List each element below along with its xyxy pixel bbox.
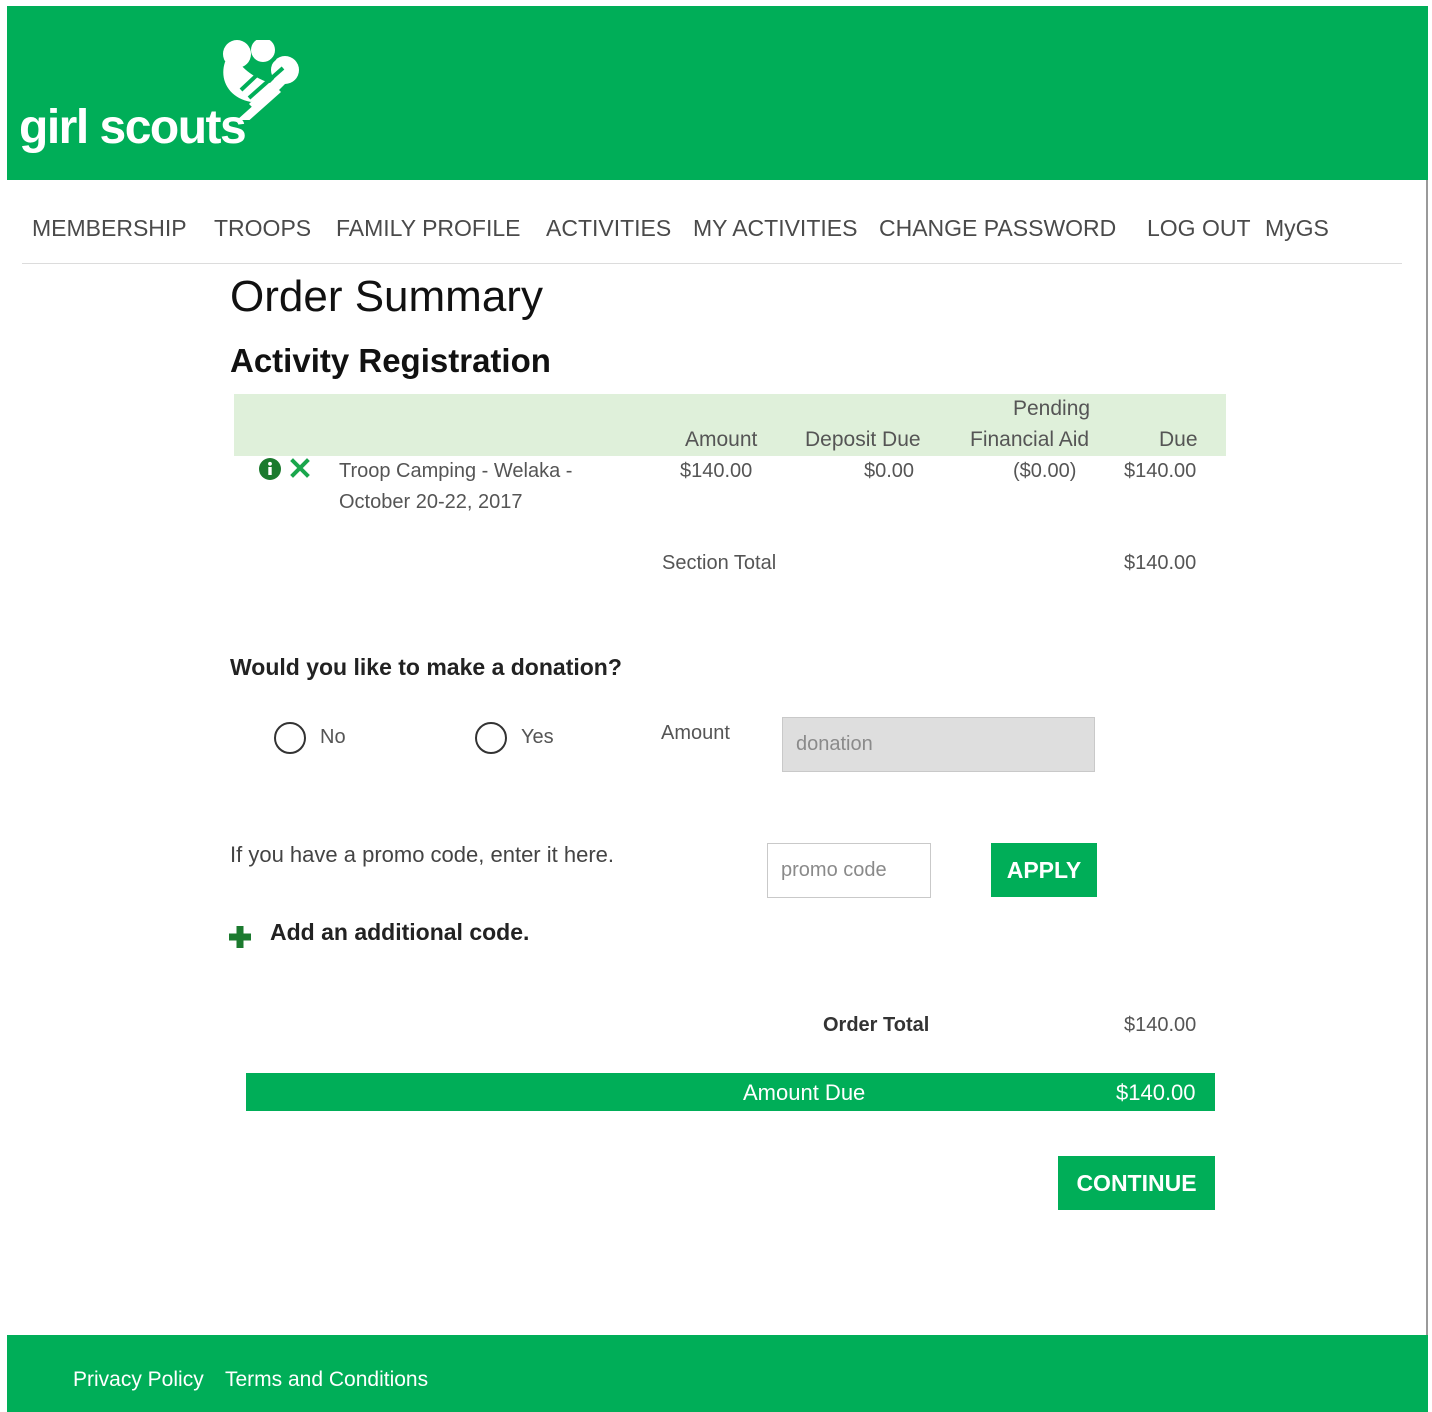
donation-amount-label: Amount xyxy=(661,722,730,744)
nav-mygs[interactable]: MyGS xyxy=(1265,215,1329,242)
col-deposit-due: Deposit Due xyxy=(805,428,921,451)
plus-icon xyxy=(229,926,251,948)
item-due: $140.00 xyxy=(1124,460,1197,482)
continue-button[interactable]: CONTINUE xyxy=(1058,1156,1215,1210)
nav-troops[interactable]: TROOPS xyxy=(214,215,311,242)
item-name-line2: October 20-22, 2017 xyxy=(339,491,523,513)
donation-yes-label[interactable]: Yes xyxy=(521,726,554,749)
item-pending-financial-aid: ($0.00) xyxy=(1013,460,1077,482)
amount-due-bar: Amount Due $140.00 xyxy=(246,1073,1215,1111)
nav-change-password[interactable]: CHANGE PASSWORD xyxy=(879,215,1116,242)
nav-membership[interactable]: MEMBERSHIP xyxy=(32,215,187,242)
promo-prompt: If you have a promo code, enter it here. xyxy=(230,842,615,867)
donation-yes-radio[interactable] xyxy=(475,722,507,754)
nav-activities[interactable]: ACTIVITIES xyxy=(546,215,671,242)
site-footer: Privacy Policy Terms and Conditions xyxy=(7,1335,1428,1412)
girl-scouts-logo[interactable]: girl scouts xyxy=(19,40,319,160)
order-total-value: $140.00 xyxy=(1124,1014,1197,1036)
nav-log-out[interactable]: LOG OUT xyxy=(1147,215,1251,242)
col-due: Due xyxy=(1159,428,1198,451)
col-pending-line2: Financial Aid xyxy=(970,428,1090,451)
donation-no-label[interactable]: No xyxy=(320,726,346,749)
table-header: Amount Deposit Due Pending Financial Aid… xyxy=(234,394,1226,456)
add-code-label: Add an additional code. xyxy=(270,919,530,945)
nav-my-activities[interactable]: MY ACTIVITIES xyxy=(693,215,857,242)
logo-wordmark: girl scouts xyxy=(19,101,247,154)
col-pending-line1: Pending xyxy=(1013,397,1091,420)
remove-icon[interactable] xyxy=(289,457,311,479)
col-amount: Amount xyxy=(685,428,758,451)
site-header: girl scouts xyxy=(7,6,1428,180)
privacy-policy-link[interactable]: Privacy Policy xyxy=(73,1368,204,1392)
section-title: Activity Registration xyxy=(230,342,551,379)
item-amount: $140.00 xyxy=(680,460,753,482)
main-nav: MEMBERSHIP TROOPS FAMILY PROFILE ACTIVIT… xyxy=(22,205,1402,264)
amount-due-label: Amount Due xyxy=(743,1080,866,1105)
section-total-label: Section Total xyxy=(662,552,777,574)
donation-amount-input[interactable] xyxy=(782,717,1095,772)
item-name-line1: Troop Camping - Welaka - xyxy=(339,460,573,482)
info-icon[interactable] xyxy=(258,457,282,481)
nav-family-profile[interactable]: FAMILY PROFILE xyxy=(336,215,520,242)
section-total-value: $140.00 xyxy=(1124,552,1197,574)
promo-code-input[interactable] xyxy=(767,843,931,898)
donation-no-radio[interactable] xyxy=(274,722,306,754)
page-border xyxy=(1426,180,1428,1335)
order-total-label: Order Total xyxy=(823,1014,930,1036)
page-title: Order Summary xyxy=(230,272,543,321)
apply-button[interactable]: APPLY xyxy=(991,843,1097,897)
terms-conditions-link[interactable]: Terms and Conditions xyxy=(225,1368,428,1392)
item-deposit-due: $0.00 xyxy=(864,460,915,482)
donation-question: Would you like to make a donation? xyxy=(230,654,622,680)
amount-due-value: $140.00 xyxy=(1116,1080,1196,1105)
